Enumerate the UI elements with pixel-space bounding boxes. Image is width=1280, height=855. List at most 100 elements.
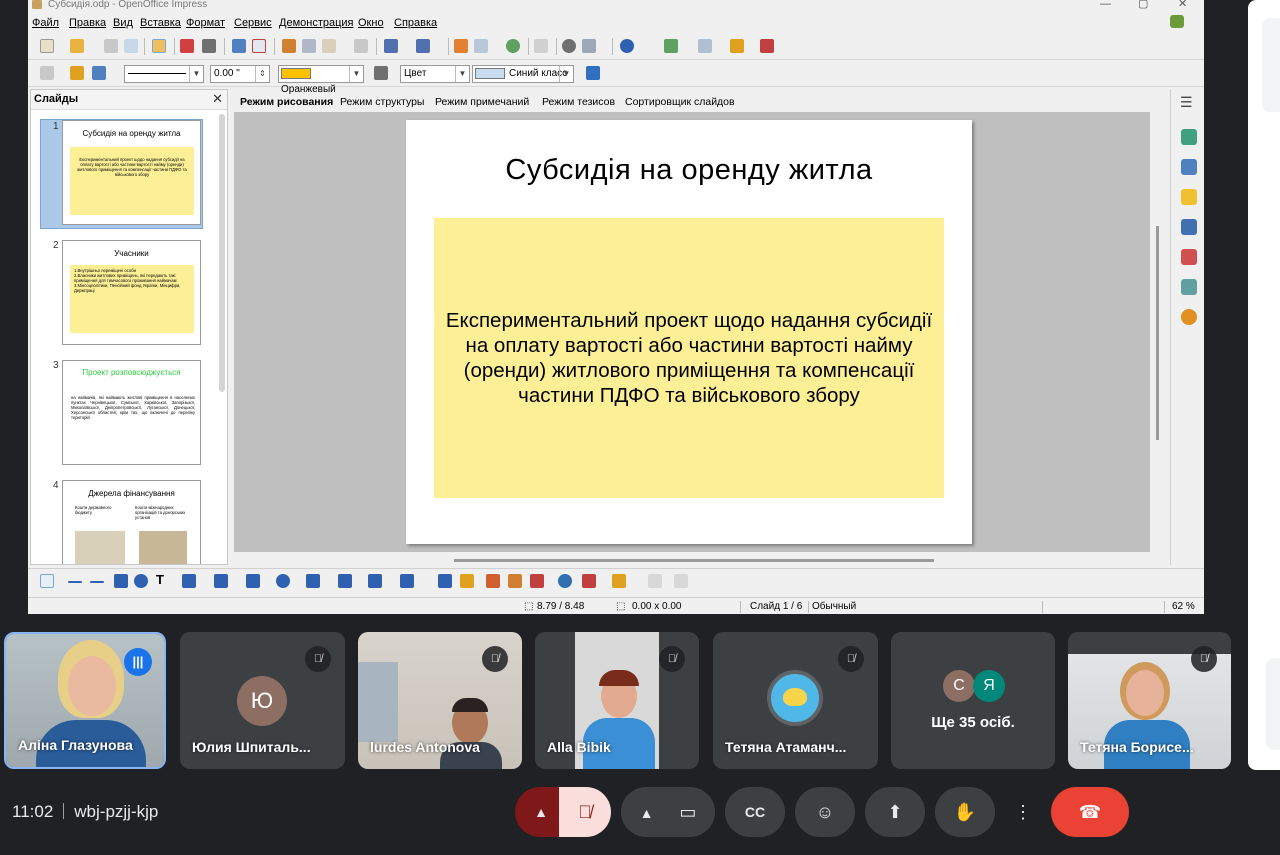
extrusion-icon[interactable] [648,574,662,588]
undo-icon[interactable] [384,39,398,53]
line-style-select[interactable]: ▼ [124,65,204,83]
flowchart-icon[interactable] [338,574,352,588]
menu-file[interactable]: Файл [32,17,59,29]
vertical-scroll-thumb[interactable] [1156,226,1159,440]
cut-icon[interactable] [282,39,296,53]
area-style-select[interactable]: Цвет ▼ [400,65,470,83]
open-folder-icon[interactable] [70,39,84,53]
clone-formatting-icon[interactable] [354,39,368,53]
spellcheck-icon[interactable] [232,39,246,53]
menu-slideshow[interactable]: Демонстрация [279,17,354,29]
minimize-icon[interactable]: — [1100,0,1111,10]
camera-toggle-button[interactable]: ▲ ▭ [621,787,715,837]
tab-outline[interactable]: Режим структуры [340,96,424,108]
line-width-field[interactable]: 0.00 " ⇕ [210,65,270,83]
chevron-down-icon[interactable]: ▼ [349,66,363,82]
new-document-icon[interactable] [40,39,54,53]
basic-shapes-icon[interactable] [246,574,260,588]
show-draw-functions-icon[interactable] [562,39,576,53]
menu-format[interactable]: Формат [186,17,225,29]
line-icon[interactable] [70,66,84,80]
transition-icon[interactable] [1181,219,1197,235]
close-icon[interactable]: ✕ [1178,0,1187,10]
email-icon[interactable] [124,39,138,53]
present-button[interactable]: ⬆ [865,787,925,837]
close-icon[interactable]: ✕ [212,91,223,107]
autospellcheck-icon[interactable] [252,39,266,53]
menu-tools[interactable]: Сервис [234,17,272,29]
glue-points-icon[interactable] [460,574,474,588]
chart-icon[interactable] [454,39,468,53]
shadow-icon[interactable] [586,66,600,80]
area-icon[interactable] [374,66,388,80]
line-tool-icon[interactable] [68,581,82,583]
grid-icon[interactable] [534,39,548,53]
slide-thumbnail-1[interactable]: Субсидія на оренду житла Експериментальн… [62,120,201,225]
align-icon[interactable] [582,574,596,588]
area-color-select[interactable]: Синий класс ▼ [472,65,574,83]
slide-thumbnail-3[interactable]: Проект розповсюджується на наймачів, які… [62,360,201,465]
zoom-level[interactable]: 62 % [1172,601,1195,612]
gallery-icon[interactable] [1181,249,1197,265]
properties-icon[interactable] [1181,129,1197,145]
chevron-down-icon[interactable]: ▼ [559,66,573,82]
presenter-icon[interactable] [760,39,774,53]
callouts-icon[interactable] [368,574,382,588]
participant-tile[interactable]: ||| Аліна Глазунова [4,632,166,769]
mic-toggle-button[interactable]: 🎙̸ [559,787,611,837]
export-pdf-icon[interactable] [180,39,194,53]
slide-design-icon[interactable] [698,39,712,53]
ellipse-tool-icon[interactable] [134,574,148,588]
menu-edit[interactable]: Правка [69,17,106,29]
update-icon[interactable] [1170,15,1184,28]
participant-tile[interactable]: 🎙̸ lurdes Antonova [358,632,522,769]
master-pages-icon[interactable] [1181,159,1197,175]
participant-tile[interactable]: 🎙̸ Тетяна Борисе... [1068,632,1231,769]
chevron-down-icon[interactable]: ▼ [189,66,203,82]
slide-canvas[interactable]: Субсидія на оренду житла Експериментальн… [234,112,1150,552]
chevron-down-icon[interactable]: ▼ [455,66,469,82]
captions-button[interactable]: CC [725,787,785,837]
menu-view[interactable]: Вид [113,17,133,29]
slide-title[interactable]: Субсидія на оренду житла [406,154,972,187]
participant-tile[interactable]: 🎙̸ Alla Bibik [535,632,699,769]
animation-icon[interactable] [1181,189,1197,205]
spin-icon[interactable]: ⇕ [255,66,269,82]
copy-icon[interactable] [302,39,316,53]
menu-insert[interactable]: Вставка [140,17,181,29]
slides-scrollbar[interactable] [219,114,225,392]
line-color-select[interactable]: Оранжевый ▼ [278,65,364,95]
slide-layout-icon[interactable] [664,39,678,53]
menu-help[interactable]: Справка [394,17,437,29]
block-arrows-icon[interactable] [306,574,320,588]
select-icon[interactable] [40,574,54,588]
menu-window[interactable]: Окно [358,17,384,29]
print-icon[interactable] [202,39,216,53]
tab-slide-sorter[interactable]: Сортировщик слайдов [625,96,735,108]
slide-thumbnail-4[interactable]: Джерела фінансування Кошти державного бю… [62,480,201,564]
navigator-icon[interactable] [506,39,520,53]
arrow-style-icon[interactable] [92,66,106,80]
meeting-code[interactable]: wbj-pzjj-kjp [74,802,158,821]
3d-effects-icon[interactable] [674,574,688,588]
from-file-icon[interactable] [508,574,522,588]
leave-call-button[interactable]: ☎ [1051,787,1129,837]
current-slide[interactable]: Субсидія на оренду житла Експериментальн… [406,120,972,544]
text-tool-icon[interactable]: T [156,572,170,587]
gallery-tool-icon[interactable] [530,574,544,588]
styles-icon[interactable] [40,66,54,80]
participant-tile[interactable]: 🎙̸ Тетяна Атаманч... [713,632,878,769]
table-icon[interactable] [474,39,488,53]
more-participants-tile[interactable]: С Я Ще 35 осіб. [891,632,1055,769]
raise-hand-button[interactable]: ✋ [935,787,995,837]
stars-icon[interactable] [400,574,414,588]
curve-tool-icon[interactable] [182,574,196,588]
points-icon[interactable] [438,574,452,588]
sidebar-menu-icon[interactable]: ☰ [1180,94,1193,111]
horizontal-scroll-thumb[interactable] [454,559,934,562]
rotate-icon[interactable] [558,574,572,588]
maximize-icon[interactable]: ▢ [1138,0,1148,10]
rectangle-tool-icon[interactable] [114,574,128,588]
fontwork-icon[interactable] [486,574,500,588]
tab-notes[interactable]: Режим примечаний [435,96,529,108]
